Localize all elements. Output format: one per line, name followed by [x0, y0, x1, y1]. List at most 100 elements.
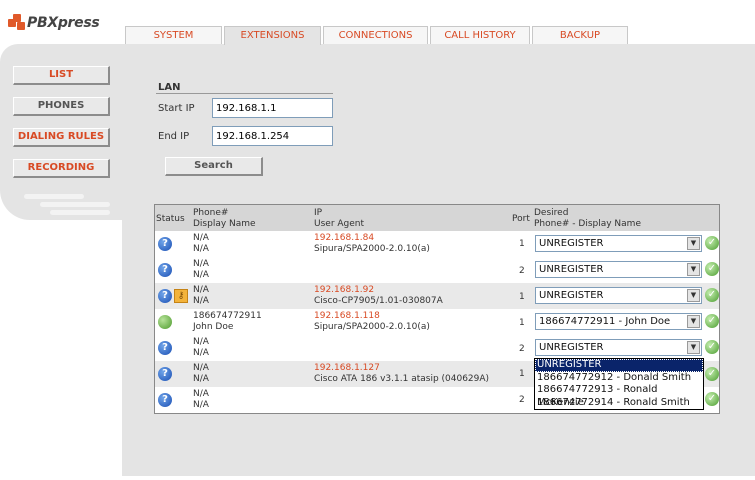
tab-system[interactable]: SYSTEM	[125, 26, 222, 44]
row-phone: N/A	[193, 285, 209, 295]
header-status: Status	[156, 214, 185, 224]
decor-stripe	[40, 202, 110, 207]
row-phone: N/A	[193, 389, 209, 399]
sidebar-item-list[interactable]: LIST	[13, 66, 110, 85]
row-phone: N/A	[193, 337, 209, 347]
logo-mark-icon	[8, 14, 26, 32]
row-port: 2	[519, 266, 525, 276]
row-phone: N/A	[193, 233, 209, 243]
search-button[interactable]: Search	[165, 157, 263, 176]
desired-select-open[interactable]: UNREGISTER ▼	[535, 339, 702, 356]
dropdown-option[interactable]: 186674772912 - Donald Smith	[535, 372, 703, 385]
decor-stripe	[50, 210, 110, 215]
row-user-agent: Sipura/SPA2000-2.0.10(a)	[314, 244, 430, 254]
lan-divider	[156, 93, 333, 94]
table-row: ? N/A N/A 192.168.1.84 Sipura/SPA2000-2.…	[155, 231, 719, 257]
row-port: 2	[519, 395, 525, 405]
dropdown-option[interactable]: 186674772913 - Ronald McKenzie	[535, 384, 703, 408]
sidebar: LIST PHONES DIALING RULES RECORDING	[0, 44, 122, 220]
dropdown-option[interactable]: UNREGISTER	[535, 359, 703, 372]
decor-stripe	[24, 194, 84, 199]
row-display-name: N/A	[193, 244, 209, 254]
confirm-check-icon[interactable]: ✓	[705, 236, 719, 250]
row-user-agent: Cisco-CP7905/1.01-030807A	[314, 296, 443, 306]
confirm-check-icon[interactable]: ✓	[705, 367, 719, 381]
table-row: ? N/A N/A 2 UNREGISTER ▼ ✓	[155, 257, 719, 283]
row-display-name: N/A	[193, 296, 209, 306]
row-display-name: John Doe	[193, 322, 234, 332]
row-ip: 192.168.1.118	[314, 311, 380, 321]
header-ip: IP	[314, 208, 323, 218]
row-port: 1	[519, 318, 525, 328]
header-desired-phone: Phone# - Display Name	[534, 219, 641, 229]
row-user-agent: Sipura/SPA2000-2.0.10(a)	[314, 322, 430, 332]
tab-call-history[interactable]: CALL HISTORY	[430, 26, 530, 44]
row-user-agent: Cisco ATA 186 v3.1.1 atasip (040629A)	[314, 374, 490, 384]
desired-select-value: UNREGISTER	[539, 264, 604, 275]
header-phone: Phone#	[193, 208, 229, 218]
row-phone: N/A	[193, 363, 209, 373]
row-phone: 186674772911	[193, 311, 262, 321]
confirm-check-icon[interactable]: ✓	[705, 392, 719, 406]
dropdown-arrow-icon[interactable]: ▼	[687, 315, 700, 328]
end-ip-input[interactable]	[212, 126, 333, 146]
desired-select-value: UNREGISTER	[539, 290, 604, 301]
tab-extensions[interactable]: EXTENSIONS	[224, 26, 321, 45]
sidebar-item-phones[interactable]: PHONES	[13, 97, 110, 116]
row-ip: 192.168.1.84	[314, 233, 375, 243]
desired-select[interactable]: UNREGISTER ▼	[535, 287, 702, 304]
row-display-name: N/A	[193, 374, 209, 384]
sidebar-item-recording[interactable]: RECORDING	[13, 159, 110, 178]
dropdown-option[interactable]: 186674772914 - Ronald Smith	[535, 397, 703, 410]
desired-select[interactable]: 186674772911 - John Doe ▼	[535, 313, 702, 330]
top-tabs: SYSTEM EXTENSIONS CONNECTIONS CALL HISTO…	[125, 26, 630, 45]
dropdown-arrow-icon[interactable]: ▼	[687, 237, 700, 250]
row-ip: 192.168.1.92	[314, 285, 375, 295]
desired-select-value: 186674772911 - John Doe	[539, 316, 671, 327]
help-icon[interactable]: ?	[158, 263, 172, 277]
help-icon[interactable]: ?	[158, 393, 172, 407]
header-port: Port	[512, 214, 530, 224]
logo-text: PBXpress	[27, 15, 100, 31]
desired-select[interactable]: UNREGISTER ▼	[535, 235, 702, 252]
confirm-check-icon[interactable]: ✓	[705, 262, 719, 276]
row-port: 2	[519, 344, 525, 354]
online-icon[interactable]	[158, 315, 172, 329]
tab-backup[interactable]: BACKUP	[532, 26, 628, 44]
lan-section-title: LAN	[158, 82, 181, 93]
tab-connections[interactable]: CONNECTIONS	[323, 26, 428, 44]
row-phone: N/A	[193, 259, 209, 269]
confirm-check-icon[interactable]: ✓	[705, 340, 719, 354]
header-display-name: Display Name	[193, 219, 256, 229]
dropdown-arrow-icon[interactable]: ▼	[687, 341, 700, 354]
desired-select-value: UNREGISTER	[539, 238, 604, 249]
help-icon[interactable]: ?	[158, 289, 172, 303]
help-icon[interactable]: ?	[158, 237, 172, 251]
row-display-name: N/A	[193, 348, 209, 358]
start-ip-input[interactable]	[212, 98, 333, 118]
sidebar-item-dialing-rules[interactable]: DIALING RULES	[13, 128, 110, 147]
header-user-agent: User Agent	[314, 219, 365, 229]
start-ip-label: Start IP	[158, 103, 195, 114]
desired-select[interactable]: UNREGISTER ▼	[535, 261, 702, 278]
dropdown-arrow-icon[interactable]: ▼	[687, 289, 700, 302]
end-ip-label: End IP	[158, 131, 190, 142]
desired-select-value: UNREGISTER	[539, 342, 604, 353]
confirm-check-icon[interactable]: ✓	[705, 288, 719, 302]
table-row: ? ⚷ N/A N/A 192.168.1.92 Cisco-CP7905/1.…	[155, 283, 719, 309]
table-row: 186674772911 John Doe 192.168.1.118 Sipu…	[155, 309, 719, 335]
row-port: 1	[519, 292, 525, 302]
header-desired: Desired	[534, 208, 569, 218]
help-icon[interactable]: ?	[158, 341, 172, 355]
confirm-check-icon[interactable]: ✓	[705, 314, 719, 328]
row-port: 1	[519, 239, 525, 249]
pbxpress-logo: PBXpress	[8, 12, 100, 34]
help-icon[interactable]: ?	[158, 367, 172, 381]
key-icon[interactable]: ⚷	[174, 289, 188, 303]
table-header: Status Phone# Display Name IP User Agent…	[155, 205, 719, 231]
row-display-name: N/A	[193, 400, 209, 410]
row-display-name: N/A	[193, 270, 209, 280]
dropdown-arrow-icon[interactable]: ▼	[687, 263, 700, 276]
row-port: 1	[519, 369, 525, 379]
row-ip: 192.168.1.127	[314, 363, 380, 373]
